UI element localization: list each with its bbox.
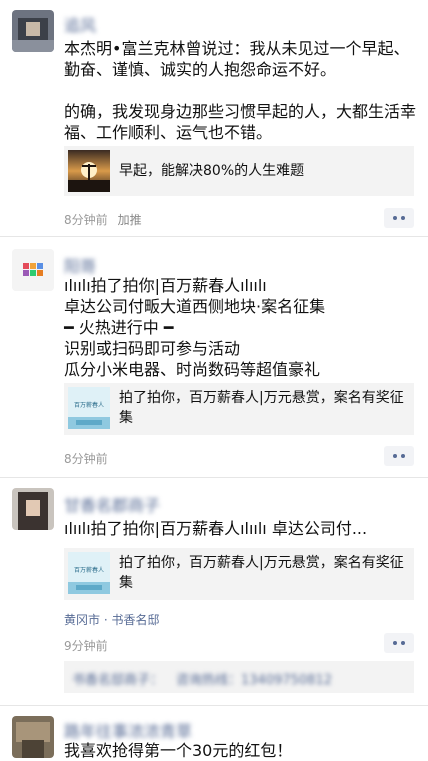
more-actions-button[interactable] <box>384 446 414 466</box>
dot-icon <box>393 641 397 645</box>
author-name[interactable]: 路年往事浓浓青草 <box>64 718 192 742</box>
dot-icon <box>401 641 405 645</box>
location-link[interactable]: 黄冈市 · 书香名邸 <box>64 611 159 628</box>
more-actions-button[interactable] <box>384 633 414 653</box>
sunrise-thumbnail <box>68 150 110 192</box>
author-name[interactable]: 追风 <box>64 12 96 36</box>
svg-text:百万薪春人: 百万薪春人 <box>74 401 104 409</box>
post-meta: 9分钟前 <box>64 637 108 654</box>
link-card[interactable]: 百万薪春人 拍了拍你，百万薪春人|万元悬赏，案名有奖征集 <box>64 383 414 435</box>
author-name[interactable]: 甘香名郡商子 <box>64 492 160 516</box>
avatar[interactable] <box>12 488 54 530</box>
avatar[interactable] <box>12 716 54 758</box>
card-title: 拍了拍你，百万薪春人|万元悬赏，案名有奖征集 <box>119 555 404 591</box>
link-card[interactable]: 百万薪春人 拍了拍你，百万薪春人|万元悬赏，案名有奖征集 <box>64 548 414 600</box>
post-meta: 8分钟前 加推 <box>64 211 142 228</box>
avatar-image <box>12 10 54 52</box>
post-text: ılıılı拍了拍你|百万薪春人ılıılı 卓达公司付畈大道西侧地块·案名征集… <box>64 276 326 379</box>
dot-icon <box>393 454 397 458</box>
avatar-image <box>12 488 54 530</box>
card-title: 早起，能解决80%的人生难题 <box>119 163 305 179</box>
moment-post: 阳哥 ılıılı拍了拍你|百万薪春人ılıılı 卓达公司付畈大道西侧地块·案… <box>0 237 428 477</box>
more-actions-button[interactable] <box>384 208 414 228</box>
avatar-image <box>12 249 54 291</box>
post-meta: 8分钟前 <box>64 450 108 467</box>
moment-post: 甘香名郡商子 ılıılı拍了拍你|百万薪春人ılıılı 卓达公司付... 百… <box>0 478 428 700</box>
link-card[interactable]: 早起，能解决80%的人生难题 <box>64 146 414 196</box>
post-text: 我喜欢抢得第一个30元的红包！ <box>64 741 293 760</box>
poster-thumbnail: 百万薪春人 <box>68 387 110 429</box>
dot-icon <box>401 216 405 220</box>
post-text: 本杰明•富兰克林曾说过：我从未见过一个早起、勤奋、谨慎、诚实的人抱怨命运不好。 … <box>64 39 417 142</box>
card-title: 拍了拍你，百万薪春人|万元悬赏，案名有奖征集 <box>119 390 404 426</box>
moments-feed: 追风 本杰明•富兰克林曾说过：我从未见过一个早起、勤奋、谨慎、诚实的人抱怨命运不… <box>0 0 428 760</box>
poster-thumbnail: 百万薪春人 <box>68 552 110 594</box>
avatar[interactable] <box>12 10 54 52</box>
dot-icon <box>393 216 397 220</box>
post-text: ılıılı拍了拍你|百万薪春人ılıılı 卓达公司付... <box>64 519 368 538</box>
comment-box: 书香名邸商子： 咨询热线：13409750812 <box>64 661 414 693</box>
dot-icon <box>401 454 405 458</box>
moment-post: 路年往事浓浓青草 我喜欢抢得第一个30元的红包！ <box>0 706 428 760</box>
comment-text: 咨询热线：13409750812 <box>176 673 332 688</box>
author-name[interactable]: 阳哥 <box>64 253 96 277</box>
post-time: 8分钟前 <box>64 213 108 227</box>
comment-author[interactable]: 书香名邸商子： <box>72 669 163 688</box>
moment-post: 追风 本杰明•富兰克林曾说过：我从未见过一个早起、勤奋、谨慎、诚实的人抱怨命运不… <box>0 0 428 236</box>
post-time: 9分钟前 <box>64 639 108 653</box>
avatar-image <box>12 716 54 758</box>
post-time: 8分钟前 <box>64 452 108 466</box>
avatar[interactable] <box>12 249 54 291</box>
svg-text:百万薪春人: 百万薪春人 <box>74 566 104 574</box>
promote-link[interactable]: 加推 <box>118 213 142 227</box>
